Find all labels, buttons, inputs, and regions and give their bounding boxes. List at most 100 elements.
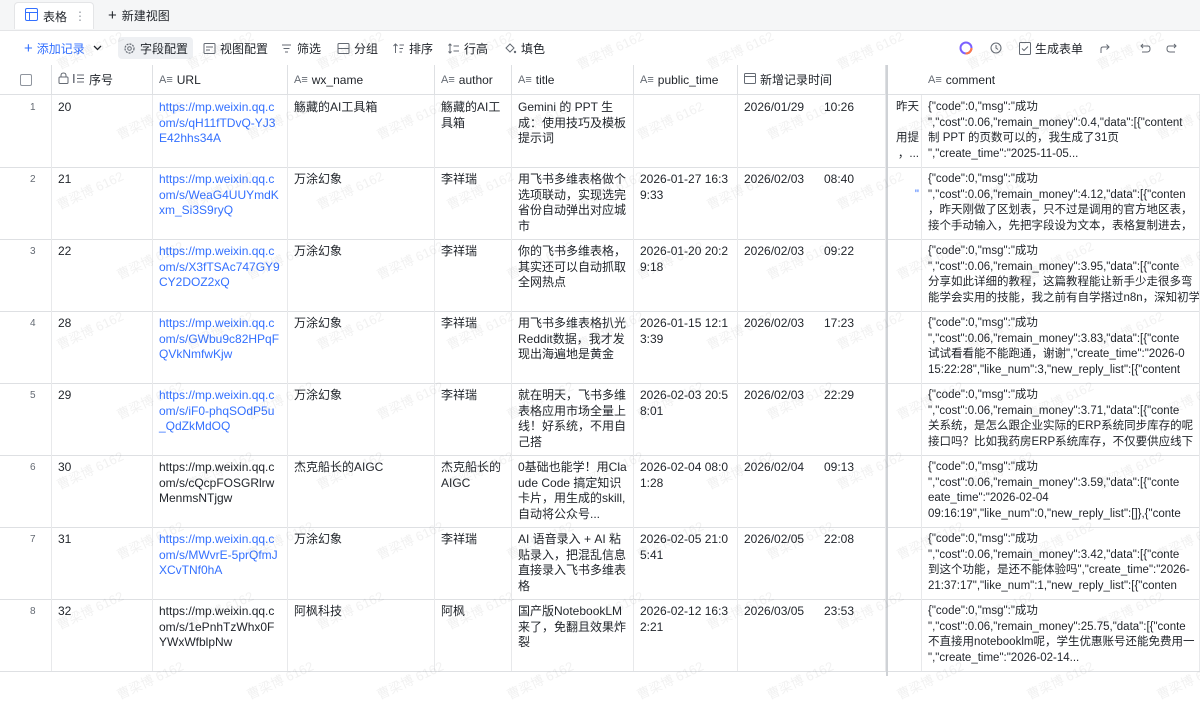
header-author[interactable]: A≡ author	[435, 65, 512, 94]
cell-title[interactable]: 0基础也能学！用Claude Code 搞定知识卡片，用生成的skill,自动将…	[512, 455, 634, 527]
cell-public-time[interactable]: 2026-01-20 20:29:18	[634, 239, 738, 311]
frozen-column-divider[interactable]	[886, 65, 888, 676]
cell-author[interactable]: 李祥瑞	[435, 383, 512, 455]
cell-comment[interactable]: {"code":0,"msg":"成功 ","cost":0.06,"remai…	[922, 239, 1200, 311]
cell-seq[interactable]: 21	[52, 167, 153, 239]
cell-public-time[interactable]	[634, 95, 738, 167]
cell-url[interactable]: https://mp.weixin.qq.com/s/MWvrE-5prQfmJ…	[153, 527, 288, 599]
cell-public-time[interactable]: 2026-01-27 16:39:33	[634, 167, 738, 239]
table-row[interactable]: 5 29 https://mp.weixin.qq.com/s/iF0-phqSOd…	[0, 383, 1200, 456]
tab-more-icon[interactable]: ⋮	[74, 9, 86, 23]
cell-wx-name[interactable]: 觞藏的AI工具箱	[288, 95, 435, 167]
filter-button[interactable]: 筛选	[280, 39, 321, 57]
table-row[interactable]: 7 31 https://mp.weixin.qq.com/s/MWvrE-5prQ…	[0, 527, 1200, 600]
cell-title[interactable]: 用飞书多维表格扒光Reddit数据，我才发现出海遍地是黄金	[512, 311, 634, 383]
cell-created-time[interactable]: 2026/02/03 22:29	[738, 383, 886, 455]
tab-grid-view[interactable]: 表格 ⋮	[14, 2, 94, 29]
undo-icon[interactable]	[1136, 39, 1152, 57]
new-view-button[interactable]: + 新建视图	[108, 2, 170, 29]
share-icon[interactable]	[1097, 39, 1113, 57]
view-config-button[interactable]: 视图配置	[203, 39, 268, 57]
cell-created-time[interactable]: 2026/01/29 10:26	[738, 95, 886, 167]
cell-wx-name[interactable]: 阿枫科技	[288, 599, 435, 671]
cell-wx-name[interactable]: 万涂幻象	[288, 239, 435, 311]
cell-seq[interactable]: 30	[52, 455, 153, 527]
cell-created-time[interactable]: 2026/03/05 23:53	[738, 599, 886, 671]
group-button[interactable]: 分组	[337, 39, 378, 57]
header-seq[interactable]: 序号	[52, 65, 153, 94]
table-row[interactable]: 2 21 https://mp.weixin.qq.com/s/WeaG4UUYmd…	[0, 167, 1200, 240]
header-created-time[interactable]: 新增记录时间	[738, 65, 886, 94]
cell-comment[interactable]: {"code":0,"msg":"成功 ","cost":0.06,"remai…	[922, 167, 1200, 239]
table-row[interactable]: 4 28 https://mp.weixin.qq.com/s/GWbu9c82HP…	[0, 311, 1200, 384]
cell-public-time[interactable]: 2026-01-15 12:13:39	[634, 311, 738, 383]
cell-url[interactable]: https://mp.weixin.qq.com/s/iF0-phqSOdP5u…	[153, 383, 288, 455]
cell-author[interactable]: 李祥瑞	[435, 527, 512, 599]
cell-url[interactable]: https://mp.weixin.qq.com/s/GWbu9c82HPqFQ…	[153, 311, 288, 383]
cell-public-time[interactable]: 2026-02-05 21:05:41	[634, 527, 738, 599]
cell-title[interactable]: AI 语音录入 + AI 粘贴录入，把混乱信息直接录入飞书多维表格	[512, 527, 634, 599]
generate-form-button[interactable]: 生成表单	[1019, 39, 1083, 57]
cell-comment[interactable]: {"code":0,"msg":"成功 ","cost":0.06,"remai…	[922, 599, 1200, 671]
cell-wx-name[interactable]: 万涂幻象	[288, 527, 435, 599]
header-comment[interactable]: A≡ comment	[922, 65, 1200, 94]
add-record-button[interactable]: + 添加记录	[24, 39, 102, 57]
table-row[interactable]: 8 32 https://mp.weixin.qq.com/s/1ePnhTzWhx…	[0, 599, 1200, 672]
cell-seq[interactable]: 29	[52, 383, 153, 455]
header-title[interactable]: A≡ title	[512, 65, 634, 94]
select-all-cell[interactable]	[0, 65, 52, 94]
row-height-button[interactable]: 行高	[447, 39, 488, 57]
cell-url[interactable]: https://mp.weixin.qq.com/s/qH11fTDvQ-YJ3…	[153, 95, 288, 167]
cell-title[interactable]: Gemini 的 PPT 生成：使用技巧及模板提示词	[512, 95, 634, 167]
cell-title[interactable]: 你的飞书多维表格，其实还可以自动抓取全网热点	[512, 239, 634, 311]
table-row[interactable]: 3 22 https://mp.weixin.qq.com/s/X3fTSAc747…	[0, 239, 1200, 312]
cell-title[interactable]: 就在明天，飞书多维表格应用市场全量上线！好系统，不用自己搭	[512, 383, 634, 455]
cell-seq[interactable]: 22	[52, 239, 153, 311]
cell-url[interactable]: https://mp.weixin.qq.com/s/X3fTSAc747GY9…	[153, 239, 288, 311]
cell-comment[interactable]: {"code":0,"msg":"成功 ","cost":0.06,"remai…	[922, 383, 1200, 455]
redo-icon[interactable]	[1164, 39, 1180, 57]
cell-created-time[interactable]: 2026/02/03 17:23	[738, 311, 886, 383]
table-row[interactable]: 6 30 https://mp.weixin.qq.com/s/cQcpFOSGRl…	[0, 455, 1200, 528]
cell-author[interactable]: 李祥瑞	[435, 167, 512, 239]
cell-wx-name[interactable]: 万涂幻象	[288, 383, 435, 455]
sort-button[interactable]: 排序	[392, 39, 433, 57]
table-row[interactable]: 1 20 https://mp.weixin.qq.com/s/qH11fTDvQ-…	[0, 95, 1200, 168]
cell-public-time[interactable]: 2026-02-04 08:01:28	[634, 455, 738, 527]
header-url[interactable]: A≡ URL	[153, 65, 288, 94]
cell-created-time[interactable]: 2026/02/04 09:13	[738, 455, 886, 527]
chevron-down-icon[interactable]	[93, 45, 102, 51]
cell-comment[interactable]: {"code":0,"msg":"成功 ","cost":0.06,"remai…	[922, 311, 1200, 383]
cell-comment[interactable]: {"code":0,"msg":"成功 ","cost":0.06,"remai…	[922, 527, 1200, 599]
cell-comment[interactable]: {"code":0,"msg":"成功 ","cost":0.06,"remai…	[922, 95, 1200, 167]
cell-wx-name[interactable]: 万涂幻象	[288, 167, 435, 239]
cell-url[interactable]: https://mp.weixin.qq.com/s/cQcpFOSGRlrwM…	[153, 455, 288, 527]
cell-author[interactable]: 李祥瑞	[435, 239, 512, 311]
header-public-time[interactable]: A≡ public_time	[634, 65, 738, 94]
cell-created-time[interactable]: 2026/02/03 08:40	[738, 167, 886, 239]
cell-created-time[interactable]: 2026/02/05 22:08	[738, 527, 886, 599]
cell-author[interactable]: 阿枫	[435, 599, 512, 671]
cell-public-time[interactable]: 2026-02-03 20:58:01	[634, 383, 738, 455]
cell-author[interactable]: 李祥瑞	[435, 311, 512, 383]
cell-seq[interactable]: 31	[52, 527, 153, 599]
cell-wx-name[interactable]: 杰克船长的AIGC	[288, 455, 435, 527]
cell-title[interactable]: 用飞书多维表格做个选项联动，实现选完省份自动弹出对应城市	[512, 167, 634, 239]
automation-icon[interactable]	[988, 39, 1004, 57]
cell-created-time[interactable]: 2026/02/03 09:22	[738, 239, 886, 311]
cell-seq[interactable]: 28	[52, 311, 153, 383]
cell-url[interactable]: https://mp.weixin.qq.com/s/1ePnhTzWhx0FY…	[153, 599, 288, 671]
cell-author[interactable]: 杰克船长的AIGC	[435, 455, 512, 527]
cell-wx-name[interactable]: 万涂幻象	[288, 311, 435, 383]
select-all-checkbox[interactable]	[19, 73, 32, 86]
cell-seq[interactable]: 32	[52, 599, 153, 671]
cell-comment[interactable]: {"code":0,"msg":"成功 ","cost":0.06,"remai…	[922, 455, 1200, 527]
field-config-button[interactable]: 字段配置	[118, 37, 194, 59]
cell-public-time[interactable]: 2026-02-12 16:32:21	[634, 599, 738, 671]
cell-author[interactable]: 觞藏的AI工具箱	[435, 95, 512, 167]
header-wx-name[interactable]: A≡ wx_name	[288, 65, 435, 94]
cell-title[interactable]: 国产版NotebookLM来了，免翻且效果炸裂	[512, 599, 634, 671]
cell-url[interactable]: https://mp.weixin.qq.com/s/WeaG4UUYmdKxm…	[153, 167, 288, 239]
ai-assistant-icon[interactable]	[958, 39, 974, 57]
fill-color-button[interactable]: 填色	[504, 39, 545, 57]
